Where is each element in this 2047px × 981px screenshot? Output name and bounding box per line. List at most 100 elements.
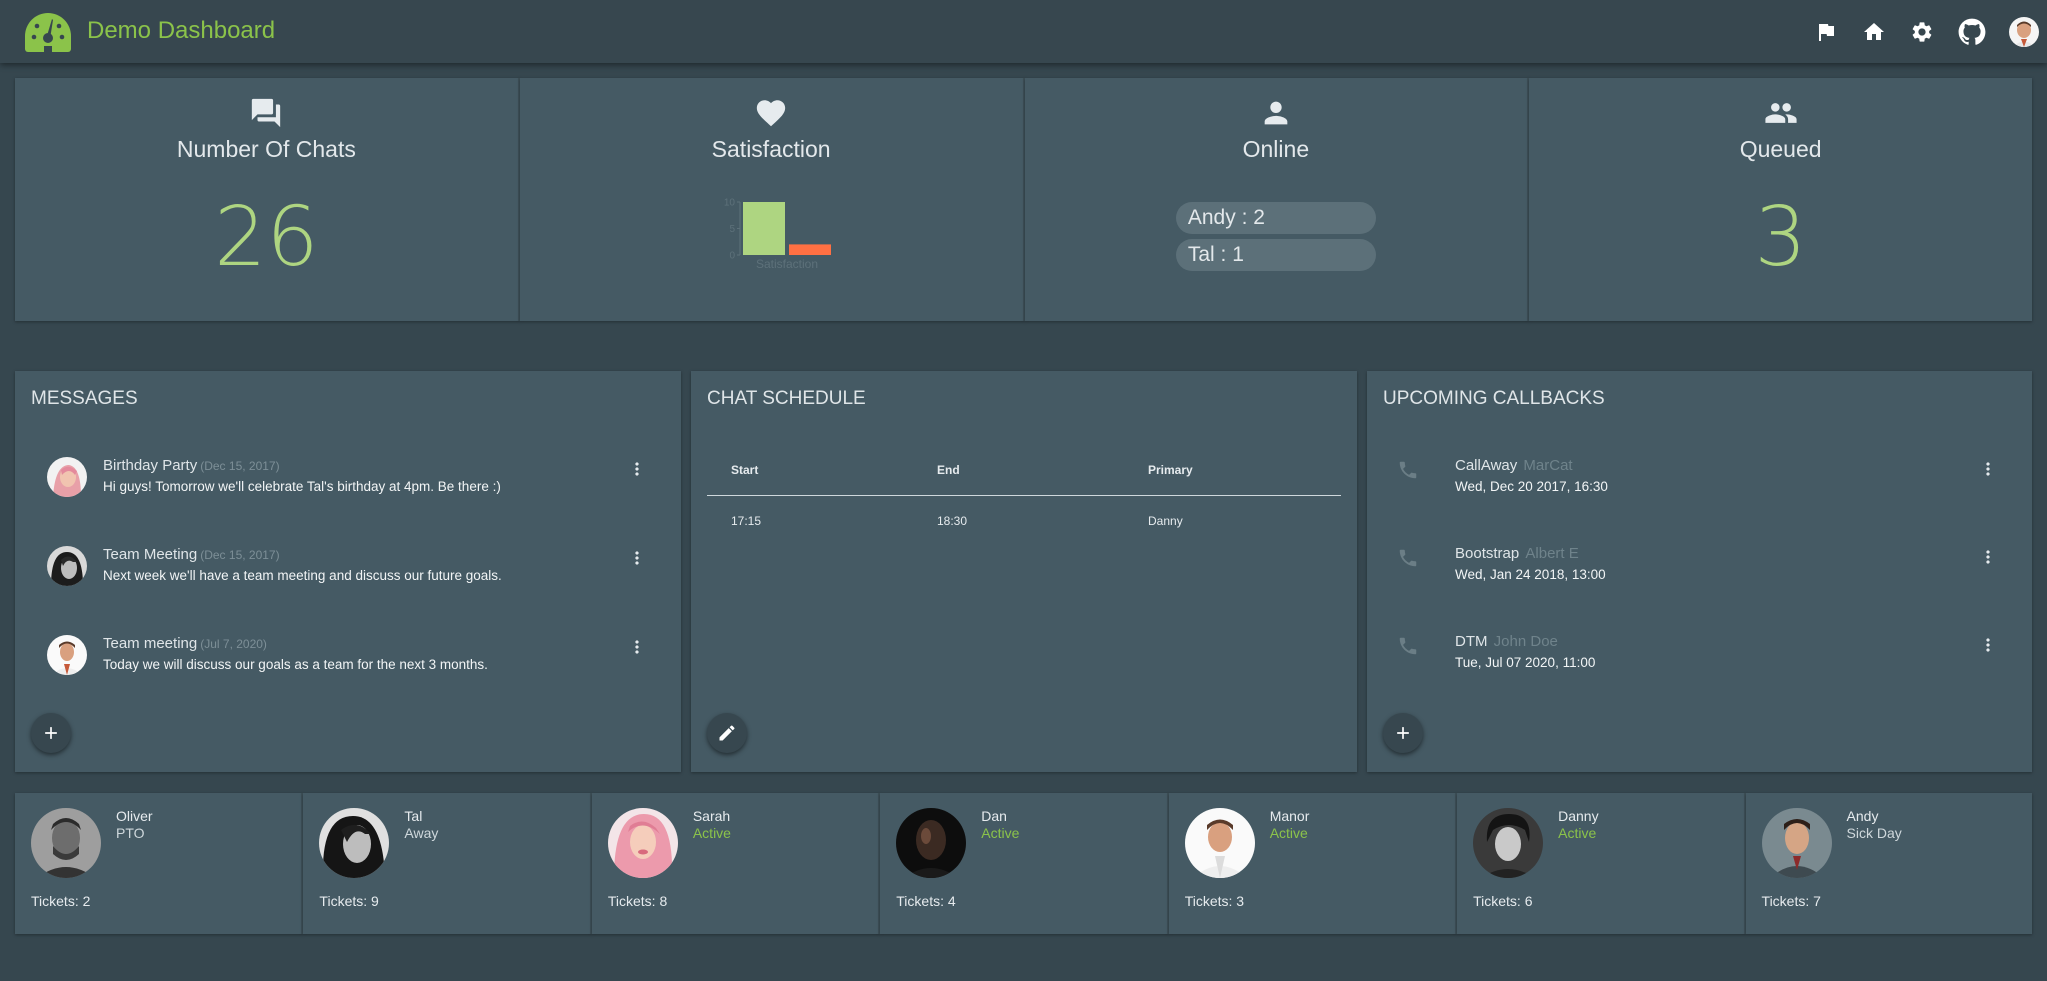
schedule-header-row: Start End Primary <box>707 459 1341 496</box>
member-tickets: Tickets: 7 <box>1761 893 1821 909</box>
member-name: Manor <box>1269 808 1310 824</box>
more-vert-icon[interactable] <box>627 459 643 479</box>
message-subject: Team Meeting <box>103 546 198 563</box>
chats-card: Number Of Chats 26 <box>15 78 520 321</box>
group-icon <box>1764 96 1798 130</box>
add-icon <box>45 727 57 739</box>
message-text: Today we will discuss our goals as a tea… <box>103 657 488 672</box>
cell-start: 17:15 <box>731 514 762 528</box>
message-item[interactable]: Team meeting (Jul 7, 2020) Today we will … <box>15 635 681 695</box>
dashboard-logo-icon[interactable] <box>23 11 73 53</box>
chart-y-tick-label: 0 <box>730 251 736 262</box>
messages-panel: MESSAGES Birthday Party (Dec 15, 2017) Hi… <box>15 371 681 772</box>
edit-schedule-button[interactable] <box>707 713 747 753</box>
heart-icon <box>754 96 788 130</box>
message-subject: Birthday Party <box>103 457 198 474</box>
member-status: Active <box>981 825 1020 841</box>
column-header-start[interactable]: Start <box>707 459 913 495</box>
callbacks-panel: UPCOMING CALLBACKS CallAway MarCat Wed, … <box>1367 371 2032 772</box>
online-card: Online Andy : 2 Tal : 1 <box>1024 78 1530 321</box>
column-header-end[interactable]: End <box>913 459 1124 495</box>
phone-icon <box>1397 459 1419 481</box>
callback-title: DTM John Doe <box>1455 633 1558 650</box>
satisfaction-card: Satisfaction 0 5 10 Satisfaction <box>519 78 1025 321</box>
more-vert-icon[interactable] <box>1978 547 1994 567</box>
avatar <box>896 808 967 878</box>
pencil-icon <box>719 725 735 741</box>
queued-label: Queued <box>1739 136 1822 162</box>
chart-y-tick-label: 5 <box>730 224 736 235</box>
avatar <box>1761 808 1832 878</box>
schedule-table: Start End Primary 17:15 18:30 Danny <box>707 459 1341 546</box>
more-vert-icon[interactable] <box>627 548 643 568</box>
member-tickets: Tickets: 6 <box>1473 893 1533 909</box>
team-member-card[interactable]: Andy Sick Day Tickets: 7 <box>1745 793 2032 934</box>
chart-bar[interactable] <box>743 202 786 255</box>
header-actions <box>1813 0 2047 63</box>
github-icon[interactable] <box>1957 17 1987 47</box>
member-name: Tal <box>404 808 423 824</box>
message-subject: Team meeting <box>103 635 198 652</box>
team-member-card[interactable]: Sarah Active Tickets: 8 <box>591 793 881 934</box>
queued-value: 3 <box>1754 190 1807 285</box>
chats-value: 26 <box>214 190 319 285</box>
member-status: Active <box>1269 825 1308 841</box>
callback-item[interactable]: CallAway MarCat Wed, Dec 20 2017, 16:30 <box>1367 457 2032 517</box>
cell-end: 18:30 <box>937 514 968 528</box>
message-item[interactable]: Team Meeting (Dec 15, 2017) Next week we'… <box>15 546 681 606</box>
online-agent-chip[interactable]: Tal : 1 <box>1175 239 1376 271</box>
more-vert-icon[interactable] <box>1978 459 1994 479</box>
more-vert-icon[interactable] <box>627 637 643 657</box>
flag-icon[interactable] <box>1813 19 1839 45</box>
callback-time: Wed, Dec 20 2017, 16:30 <box>1455 479 1608 494</box>
chart-y-tick-label: 10 <box>724 198 736 209</box>
team-member-card[interactable]: Dan Active Tickets: 4 <box>880 793 1169 934</box>
member-name: Andy <box>1846 808 1879 824</box>
table-row[interactable]: 17:15 18:30 Danny <box>707 496 1341 546</box>
avatar <box>1473 808 1544 878</box>
stats-row: Number Of Chats 26 Satisfaction 0 5 10 Sati… <box>15 78 2032 321</box>
more-vert-icon[interactable] <box>1978 635 1994 655</box>
callback-person: MarCat <box>1523 457 1573 474</box>
callbacks-title: UPCOMING CALLBACKS <box>1383 388 1605 409</box>
callback-name: Bootstrap <box>1455 545 1520 562</box>
callback-person: John Doe <box>1493 633 1558 650</box>
team-member-card[interactable]: Oliver PTO Tickets: 2 <box>15 793 304 934</box>
member-name: Danny <box>1558 808 1599 824</box>
member-name: Oliver <box>116 808 153 824</box>
team-member-card[interactable]: Danny Active Tickets: 6 <box>1457 793 1746 934</box>
team-member-card[interactable]: Tal Away Tickets: 9 <box>303 793 592 934</box>
gear-icon[interactable] <box>1909 19 1935 45</box>
phone-icon <box>1397 635 1419 657</box>
team-member-card[interactable]: Manor Active Tickets: 3 <box>1168 793 1458 934</box>
avatar <box>47 546 87 586</box>
chart-bar[interactable] <box>789 244 832 255</box>
message-item[interactable]: Birthday Party (Dec 15, 2017) Hi guys! To… <box>15 457 681 517</box>
member-tickets: Tickets: 4 <box>896 893 956 909</box>
home-icon[interactable] <box>1861 19 1887 45</box>
column-header-primary[interactable]: Primary <box>1124 459 1341 495</box>
callback-item[interactable]: Bootstrap Albert E Wed, Jan 24 2018, 13:… <box>1367 545 2032 605</box>
chart-x-label: Satisfaction <box>756 257 818 271</box>
user-avatar[interactable] <box>2009 16 2039 47</box>
avatar <box>31 808 101 878</box>
app-title[interactable]: Demo Dashboard <box>87 17 275 45</box>
callback-title: Bootstrap Albert E <box>1455 545 1579 562</box>
avatar <box>607 808 678 878</box>
avatar <box>1184 808 1255 878</box>
member-tickets: Tickets: 8 <box>607 893 668 909</box>
messages-title: MESSAGES <box>31 388 138 409</box>
message-date: (Jul 7, 2020) <box>200 637 267 651</box>
online-agent-chip[interactable]: Andy : 2 <box>1175 202 1376 234</box>
callback-item[interactable]: DTM John Doe Tue, Jul 07 2020, 11:00 <box>1367 633 2032 693</box>
message-date: (Dec 15, 2017) <box>200 548 280 562</box>
member-tickets: Tickets: 3 <box>1184 893 1245 909</box>
add-callback-button[interactable] <box>1383 713 1423 753</box>
add-message-button[interactable] <box>31 713 71 753</box>
online-agents: Andy : 2 Tal : 1 <box>1175 202 1376 276</box>
callback-time: Wed, Jan 24 2018, 13:00 <box>1455 567 1606 582</box>
member-status: Sick Day <box>1846 825 1902 841</box>
callback-time: Tue, Jul 07 2020, 11:00 <box>1455 655 1596 670</box>
chat-icon <box>249 96 283 130</box>
message-text: Hi guys! Tomorrow we'll celebrate Tal's … <box>103 479 501 494</box>
